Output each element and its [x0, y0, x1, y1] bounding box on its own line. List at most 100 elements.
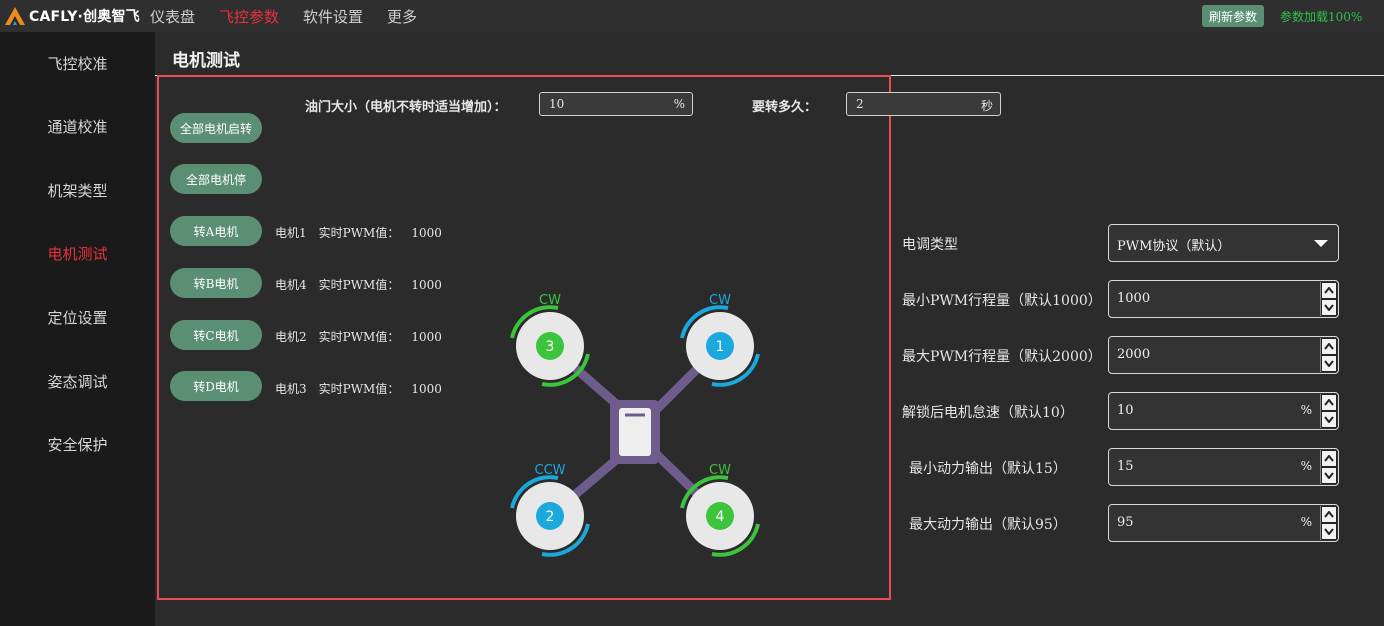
pwm-label: 实时PWM值：: [318, 382, 400, 396]
max-output-spinbox[interactable]: 95 %: [1108, 504, 1339, 542]
idle-speed-unit: %: [1300, 403, 1312, 417]
chevron-down-icon: [1324, 416, 1334, 423]
spin-motor-c-button[interactable]: 转C电机: [170, 320, 262, 350]
param-load-status: 参数加载100%: [1280, 10, 1363, 24]
duration-input[interactable]: 2 秒: [846, 92, 1001, 116]
esc-type-select[interactable]: PWM协议（默认）: [1108, 224, 1339, 262]
chevron-up-icon: [1324, 287, 1334, 294]
chevron-down-icon: [1324, 528, 1334, 535]
min-pwm-value: 1000: [1117, 291, 1151, 306]
increment-button[interactable]: [1321, 282, 1337, 299]
rotor-direction: CW: [709, 463, 731, 478]
spinner: [1320, 450, 1337, 484]
spinner: [1320, 338, 1337, 372]
rotor-number: 3: [546, 339, 555, 355]
sidebar-item-frame-type[interactable]: 机架类型: [0, 176, 155, 206]
pwm-value: 1000: [411, 382, 442, 396]
nav-more[interactable]: 更多: [387, 6, 417, 27]
sidebar-item-positioning[interactable]: 定位设置: [0, 303, 155, 333]
motor-name: 电机1: [275, 226, 307, 240]
motor-row: 电机3 实时PWM值： 1000: [275, 380, 454, 397]
spinner: [1320, 282, 1337, 316]
chevron-up-icon: [1324, 511, 1334, 518]
pwm-label: 实时PWM值：: [318, 330, 400, 344]
refresh-params-button[interactable]: 刷新参数: [1202, 5, 1264, 27]
throttle-input[interactable]: 10 %: [539, 92, 693, 116]
pwm-label: 实时PWM值：: [318, 278, 400, 292]
rotor-direction: CW: [539, 293, 561, 308]
rotor-4[interactable]: 4 CW: [680, 463, 760, 557]
chevron-down-icon: [1324, 360, 1334, 367]
rotor-direction: CCW: [534, 463, 565, 478]
motor-row: 电机1 实时PWM值： 1000: [275, 224, 454, 241]
esc-type-label: 电调类型: [902, 237, 958, 253]
decrement-button[interactable]: [1321, 523, 1337, 540]
idle-speed-spinbox[interactable]: 10 %: [1108, 392, 1339, 430]
pwm-value: 1000: [411, 330, 442, 344]
motor-row: 电机4 实时PWM值： 1000: [275, 276, 454, 293]
spin-motor-a-button[interactable]: 转A电机: [170, 216, 262, 246]
brand-logo-icon: [5, 7, 25, 25]
spin-motor-b-button[interactable]: 转B电机: [170, 268, 262, 298]
page-title: 电机测试: [172, 51, 240, 71]
rotor-2[interactable]: 2 CCW: [510, 463, 590, 557]
sidebar-item-motor-test[interactable]: 电机测试: [0, 239, 155, 269]
chevron-down-icon: [1314, 240, 1328, 247]
throttle-label: 油门大小（电机不转时适当增加）：: [305, 100, 507, 115]
spinner: [1320, 506, 1337, 540]
decrement-button[interactable]: [1321, 467, 1337, 484]
rotor-number: 4: [716, 509, 725, 525]
nav-flight-params[interactable]: 飞控参数: [219, 6, 279, 27]
sidebar-item-fc-calibration[interactable]: 飞控校准: [0, 49, 155, 79]
brand: CAFLY·创奥智飞: [4, 5, 140, 27]
increment-button[interactable]: [1321, 506, 1337, 523]
chevron-down-icon: [1324, 472, 1334, 479]
motor-name: 电机3: [275, 382, 307, 396]
rotor-number: 2: [546, 509, 555, 525]
nav-dashboard[interactable]: 仪表盘: [150, 6, 195, 27]
min-pwm-spinbox[interactable]: 1000: [1108, 280, 1339, 318]
pwm-value: 1000: [411, 226, 442, 240]
increment-button[interactable]: [1321, 450, 1337, 467]
sidebar-item-channel-calibration[interactable]: 通道校准: [0, 112, 155, 142]
min-pwm-label: 最小PWM行程量（默认1000）: [902, 293, 1102, 309]
decrement-button[interactable]: [1321, 411, 1337, 428]
increment-button[interactable]: [1321, 338, 1337, 355]
throttle-unit: %: [673, 97, 685, 111]
decrement-button[interactable]: [1321, 355, 1337, 372]
chevron-down-icon: [1324, 304, 1334, 311]
sidebar-item-attitude-tuning[interactable]: 姿态调试: [0, 367, 155, 397]
all-motors-start-button[interactable]: 全部电机启转: [170, 113, 262, 143]
max-pwm-spinbox[interactable]: 2000: [1108, 336, 1339, 374]
quadcopter-diagram: 3 CW 1 CW 2 CCW 4 CW: [510, 293, 760, 557]
max-output-unit: %: [1300, 515, 1312, 529]
chevron-up-icon: [1324, 399, 1334, 406]
min-output-spinbox[interactable]: 15 %: [1108, 448, 1339, 486]
spinner: [1320, 394, 1337, 428]
max-pwm-label: 最大PWM行程量（默认2000）: [902, 349, 1102, 365]
sidebar: 飞控校准 通道校准 机架类型 电机测试 定位设置 姿态调试 安全保护: [0, 32, 155, 626]
min-output-label: 最小动力输出（默认15）: [909, 461, 1067, 477]
chevron-up-icon: [1324, 343, 1334, 350]
min-output-unit: %: [1300, 459, 1312, 473]
min-output-value: 15: [1117, 459, 1134, 474]
duration-unit: 秒: [980, 99, 993, 113]
brand-name: CAFLY·创奥智飞: [29, 9, 140, 25]
top-bar: CAFLY·创奥智飞 仪表盘 飞控参数 软件设置 更多 刷新参数 参数加载100…: [0, 0, 1384, 32]
motor-row: 电机2 实时PWM值： 1000: [275, 328, 454, 345]
rotor-number: 1: [716, 339, 725, 355]
pwm-label: 实时PWM值：: [318, 226, 400, 240]
increment-button[interactable]: [1321, 394, 1337, 411]
nav-software-settings[interactable]: 软件设置: [303, 6, 363, 27]
top-nav: 仪表盘 飞控参数 软件设置 更多: [150, 0, 441, 32]
spin-motor-d-button[interactable]: 转D电机: [170, 371, 262, 401]
all-motors-stop-button[interactable]: 全部电机停: [170, 164, 262, 194]
rotor-direction: CW: [709, 293, 731, 308]
idle-speed-label: 解锁后电机怠速（默认10）: [902, 405, 1074, 421]
motor-name: 电机2: [275, 330, 307, 344]
chevron-up-icon: [1324, 455, 1334, 462]
esc-type-value: PWM协议（默认）: [1117, 239, 1231, 254]
decrement-button[interactable]: [1321, 299, 1337, 316]
idle-speed-value: 10: [1117, 403, 1134, 418]
sidebar-item-safety[interactable]: 安全保护: [0, 430, 155, 460]
